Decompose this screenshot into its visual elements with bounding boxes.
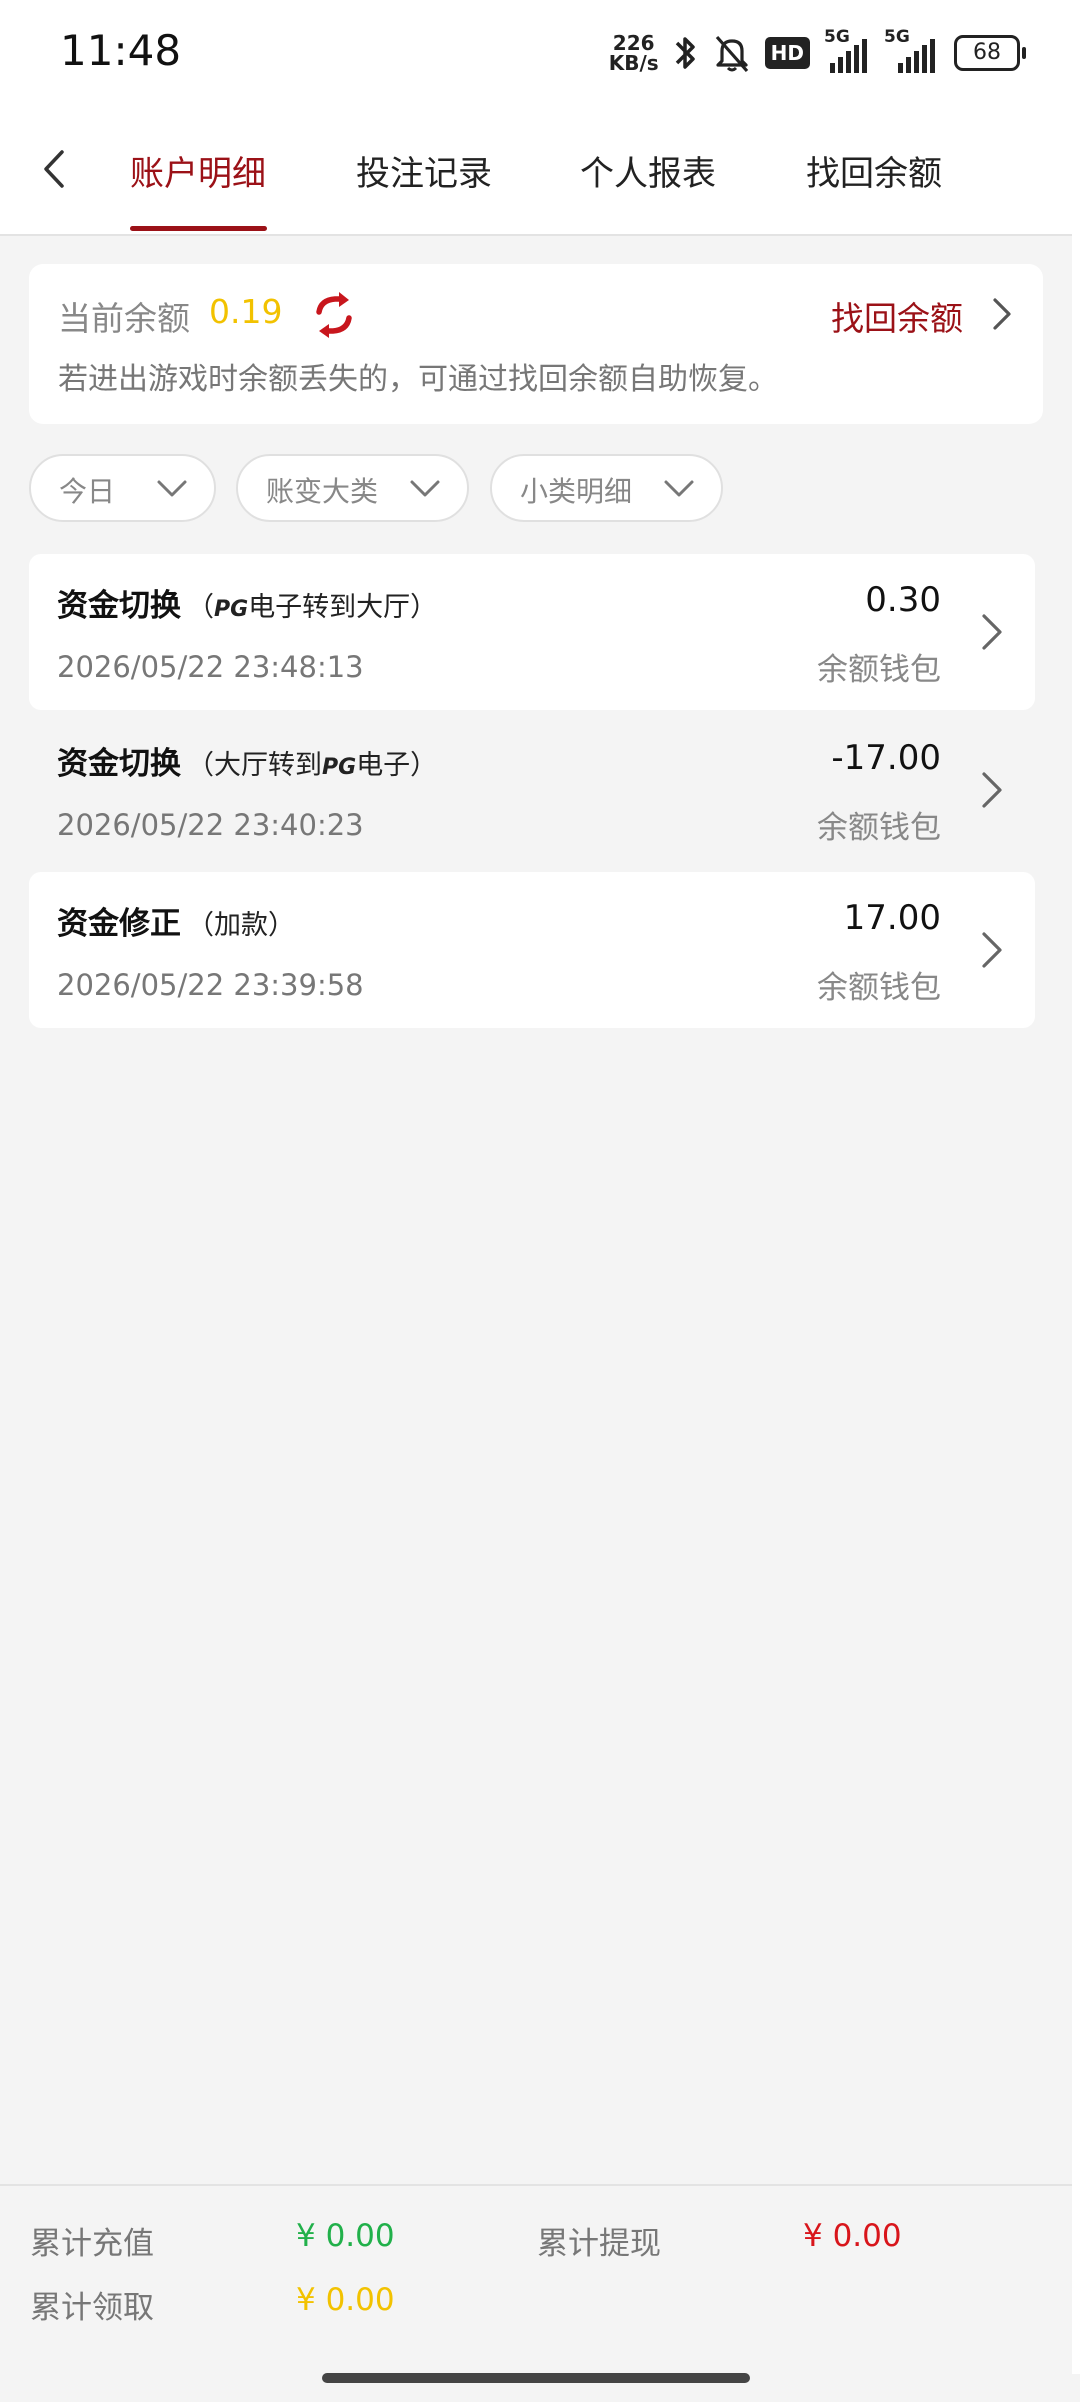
bluetooth-icon (675, 37, 695, 69)
hd-voice-badge: HD (764, 37, 810, 69)
record-title: 资金切换 (57, 746, 181, 782)
record-subtitle: （大厅转到PG电子） (187, 750, 438, 781)
status-bar: 11:48 226 KB/s HD 5G 5G 68 (0, 0, 1080, 104)
record-wallet: 余额钱包 (817, 970, 941, 1006)
tab-account-detail[interactable]: 账户明细 (130, 146, 266, 195)
filter-date[interactable]: 今日 (29, 454, 216, 522)
network-speed: 226 KB/s (608, 31, 659, 75)
summary-footer: 累计充值 ¥ 0.00 累计提现 ¥ 0.00 累计领取 ¥ 0.00 (0, 2184, 1072, 2402)
scroll-edge (1072, 104, 1080, 2374)
filter-sub-category[interactable]: 小类明细 (490, 454, 723, 522)
bell-off-icon (715, 35, 748, 73)
record-subtitle: （加款） (187, 910, 295, 941)
recover-balance-link[interactable]: 找回余额 (831, 292, 963, 340)
signal-icon-sim2: 5G (884, 27, 940, 73)
withdraw-total-label: 累计提现 (537, 2226, 661, 2262)
tab-bar: 账户明细 投注记录 个人报表 找回余额 (0, 104, 1072, 236)
record-row[interactable]: 资金切换 （大厅转到PG电子） 2026/05/22 23:40:23 -17.0… (29, 712, 1035, 868)
claim-total-value: ¥ 0.00 (296, 2282, 395, 2318)
record-date: 2026/05/22 23:48:13 (57, 650, 364, 684)
recharge-total-label: 累计充值 (30, 2226, 154, 2262)
balance-amount: 0.19 (209, 292, 283, 331)
record-amount: -17.00 (831, 738, 941, 778)
recharge-total-value: ¥ 0.00 (296, 2218, 395, 2254)
chevron-right-icon[interactable] (979, 610, 1005, 654)
home-indicator[interactable] (322, 2373, 750, 2383)
record-wallet: 余额钱包 (817, 810, 941, 846)
claim-total-label: 累计领取 (30, 2290, 154, 2326)
chevron-right-icon[interactable] (979, 928, 1005, 972)
balance-hint: 若进出游戏时余额丢失的，可通过找回余额自助恢复。 (58, 362, 778, 397)
tab-personal-report[interactable]: 个人报表 (580, 146, 716, 195)
chevron-right-icon[interactable] (989, 294, 1015, 334)
chevron-down-icon (410, 480, 440, 497)
record-date: 2026/05/22 23:39:58 (57, 968, 364, 1002)
refresh-icon[interactable] (311, 290, 357, 340)
tab-recover-balance[interactable]: 找回余额 (806, 146, 942, 195)
status-icons: 226 KB/s HD 5G 5G 68 (608, 27, 1026, 78)
tab-bet-records[interactable]: 投注记录 (356, 146, 492, 195)
chevron-down-icon (157, 480, 187, 497)
record-title: 资金切换 (57, 588, 181, 624)
record-row[interactable]: 资金切换 （PG电子转到大厅） 2026/05/22 23:48:13 0.30 … (29, 554, 1035, 710)
chevron-right-icon[interactable] (979, 768, 1005, 812)
record-amount: 0.30 (865, 580, 941, 620)
active-tab-indicator (130, 226, 267, 231)
clock: 11:48 (60, 26, 182, 75)
withdraw-total-value: ¥ 0.00 (803, 2218, 902, 2254)
record-date: 2026/05/22 23:40:23 (57, 808, 364, 842)
signal-icon: 5G (824, 27, 870, 73)
balance-card: 当前余额 0.19 找回余额 若进出游戏时余额丢失的，可通过找回余额自助恢复。 (29, 264, 1043, 424)
filter-major-category[interactable]: 账变大类 (236, 454, 469, 522)
record-title: 资金修正 (57, 906, 181, 942)
chevron-down-icon (664, 480, 694, 497)
record-wallet: 余额钱包 (817, 652, 941, 688)
record-row[interactable]: 资金修正 （加款） 2026/05/22 23:39:58 17.00 余额钱包 (29, 872, 1035, 1028)
record-amount: 17.00 (843, 898, 941, 938)
balance-label: 当前余额 (58, 299, 190, 338)
battery-icon: 68 (954, 35, 1026, 71)
back-arrow-icon[interactable] (34, 144, 74, 194)
record-subtitle: （PG电子转到大厅） (187, 592, 438, 623)
